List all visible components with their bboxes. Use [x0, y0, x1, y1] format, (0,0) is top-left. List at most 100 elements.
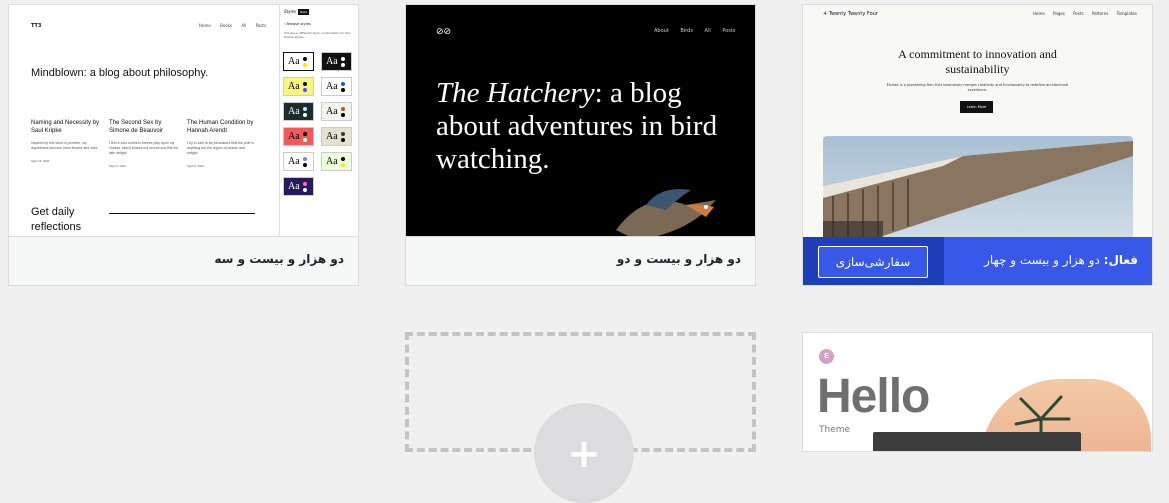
theme-card-twenty-twenty-four-active[interactable]: ✳ Twenty Twenty Four Home Pages Posts Pa…	[802, 4, 1153, 286]
preview-post: Naming and Necessity by Saul Kripke Insp…	[31, 119, 101, 165]
swatch-dot	[341, 82, 345, 86]
preview-logo: ✳ Twenty Twenty Four	[823, 11, 878, 17]
style-swatch[interactable]: Aa	[283, 52, 314, 71]
post-excerpt: I try in vain to be persuaded that the p…	[187, 141, 254, 155]
swatch-dot	[341, 157, 345, 161]
post-excerpt: Inspired by this wind of promise, my day…	[31, 141, 99, 150]
theme-card-hello-elementor[interactable]: E Hello Theme	[802, 332, 1153, 452]
swatch-dot	[303, 113, 307, 117]
swatch-dot	[303, 82, 307, 86]
theme-screenshot[interactable]: ✳ Twenty Twenty Four Home Pages Posts Pa…	[803, 5, 1152, 255]
active-theme-name: فعال: دو هزار و بیست و چهار	[984, 253, 1138, 267]
theme-screenshot[interactable]: TT3 Home Books All Posts Mindblown: a bl…	[9, 5, 358, 238]
theme-name: دو هزار و بیست و سه	[214, 252, 344, 266]
preview-nav: About Birds All Posts	[654, 28, 736, 34]
theme-card-twenty-twenty-three[interactable]: TT3 Home Books All Posts Mindblown: a bl…	[8, 4, 359, 286]
style-swatch[interactable]: Aa	[321, 152, 352, 171]
preview-divider	[109, 213, 255, 214]
style-swatch[interactable]: Aa	[321, 52, 352, 71]
style-swatch[interactable]: Aa	[283, 102, 314, 121]
post-title: The Second Sex by Simone de Beauvoir	[109, 120, 164, 134]
swatch-dot	[303, 63, 307, 67]
preview-subtitle: Études is a pioneering firm that seamles…	[803, 83, 1152, 93]
preview-hero-text: A commitment to innovation and sustainab…	[898, 47, 1057, 76]
plus-symbol: +	[567, 431, 601, 477]
styles-panel-subtitle: ‹ Browse styles	[284, 22, 311, 26]
swatch-dot	[341, 63, 345, 67]
preview-logo: ⊘⊘	[436, 27, 452, 37]
post-title: The Human Condition by Hannah Arendt	[187, 120, 254, 134]
preview-subtitle: Theme	[819, 425, 851, 435]
swatch-dot	[341, 107, 345, 111]
customize-button[interactable]: سفارشی‌سازی	[818, 246, 928, 278]
style-swatch[interactable]: Aa	[283, 152, 314, 171]
preview-daily: Get daily reflections	[31, 206, 82, 233]
swatch-dot	[303, 107, 307, 111]
swatch-dot	[341, 163, 345, 167]
style-swatch[interactable]: Aa	[283, 177, 314, 196]
swatch-label: Aa	[326, 156, 338, 167]
style-swatch[interactable]: Aa	[321, 77, 352, 96]
swatch-label: Aa	[288, 181, 300, 192]
theme-screenshot[interactable]: ⊘⊘ About Birds All Posts The Hatchery: a…	[406, 5, 755, 238]
preview-subtitle-text: Études is a pioneering firm that seamles…	[886, 83, 1069, 92]
elementor-logo-icon: E	[819, 349, 834, 364]
swatch-label: Aa	[326, 81, 338, 92]
preview-hero: The Hatchery: a blog about adventures in…	[436, 77, 726, 176]
swatch-dot	[303, 57, 307, 61]
theme-caption: دو هزار و بیست و سه	[9, 236, 358, 285]
swatch-label: Aa	[288, 106, 300, 117]
preview-logo: TT3	[31, 23, 42, 29]
theme-card-twenty-twenty-two[interactable]: ⊘⊘ About Birds All Posts The Hatchery: a…	[405, 4, 756, 286]
swatch-label: Aa	[288, 156, 300, 167]
styles-panel-header: Styles Beta	[284, 9, 310, 15]
swatch-dot	[341, 138, 345, 142]
swatch-label: Aa	[326, 56, 338, 67]
beta-tag: Beta	[298, 9, 310, 15]
swatch-label: Aa	[326, 106, 338, 117]
preview-post: The Second Sex by Simone de Beauvoir I f…	[109, 119, 179, 170]
post-date: Sept 15, 2021	[31, 159, 50, 163]
preview-button: Learn More	[960, 101, 993, 113]
swatch-dot	[303, 88, 307, 92]
theme-name: دو هزار و بیست و دو	[616, 252, 741, 266]
styles-panel-desc: Choose a different style combination for…	[284, 31, 351, 39]
styles-panel-subtitle-text: Browse styles	[286, 22, 311, 26]
swatch-label: Aa	[288, 131, 300, 142]
theme-caption: دو هزار و بیست و دو	[406, 236, 755, 285]
preview-hero: Mindblown: a blog about philosophy.	[31, 67, 209, 79]
swatch-dot	[341, 113, 345, 117]
active-theme-bar: فعال: دو هزار و بیست و چهار سفارشی‌سازی	[803, 237, 1152, 285]
style-swatch[interactable]: Aa	[283, 77, 314, 96]
swatch-dot	[341, 88, 345, 92]
active-label: فعال:	[1103, 253, 1138, 267]
style-swatch[interactable]: Aa	[283, 127, 314, 146]
hero-italic: The Hatchery	[436, 77, 595, 109]
plus-icon[interactable]: +	[534, 403, 634, 503]
theme-screenshot[interactable]: E Hello Theme	[803, 333, 1152, 451]
swatch-label: Aa	[288, 56, 300, 67]
swatch-dot	[303, 132, 307, 136]
swatch-dot	[341, 57, 345, 61]
preview-dark-bar	[873, 432, 1081, 451]
post-date: Sept 5, 2021	[109, 164, 127, 168]
preview-hero: A commitment to innovation and sustainab…	[803, 47, 1152, 77]
swatch-dot	[303, 188, 307, 192]
post-date: Sept 5, 2021	[187, 164, 205, 168]
add-new-theme-tile[interactable]: +	[405, 332, 756, 503]
preview-logo-text: Twenty Twenty Four	[828, 11, 878, 17]
swatch-label: Aa	[288, 81, 300, 92]
preview-post: The Human Condition by Hannah Arendt I t…	[187, 119, 257, 170]
style-swatch[interactable]: Aa	[321, 127, 352, 146]
styles-panel: Styles Beta ‹ Browse styles Choose a diff…	[279, 5, 358, 238]
swatch-dot	[303, 138, 307, 142]
style-swatch[interactable]: Aa	[321, 102, 352, 121]
preview-nav: Home Pages Posts Patterns Templates	[1033, 11, 1137, 16]
swatch-dot	[303, 157, 307, 161]
swatch-dot	[341, 132, 345, 136]
post-excerpt: I feel a cold northern breeze play upon …	[109, 141, 179, 155]
post-title: Naming and Necessity by Saul Kripke	[31, 120, 100, 134]
styles-panel-title: Styles	[284, 9, 297, 14]
preview-nav: Home Books All Posts	[199, 23, 267, 28]
theme-name: دو هزار و بیست و چهار	[984, 253, 1100, 267]
